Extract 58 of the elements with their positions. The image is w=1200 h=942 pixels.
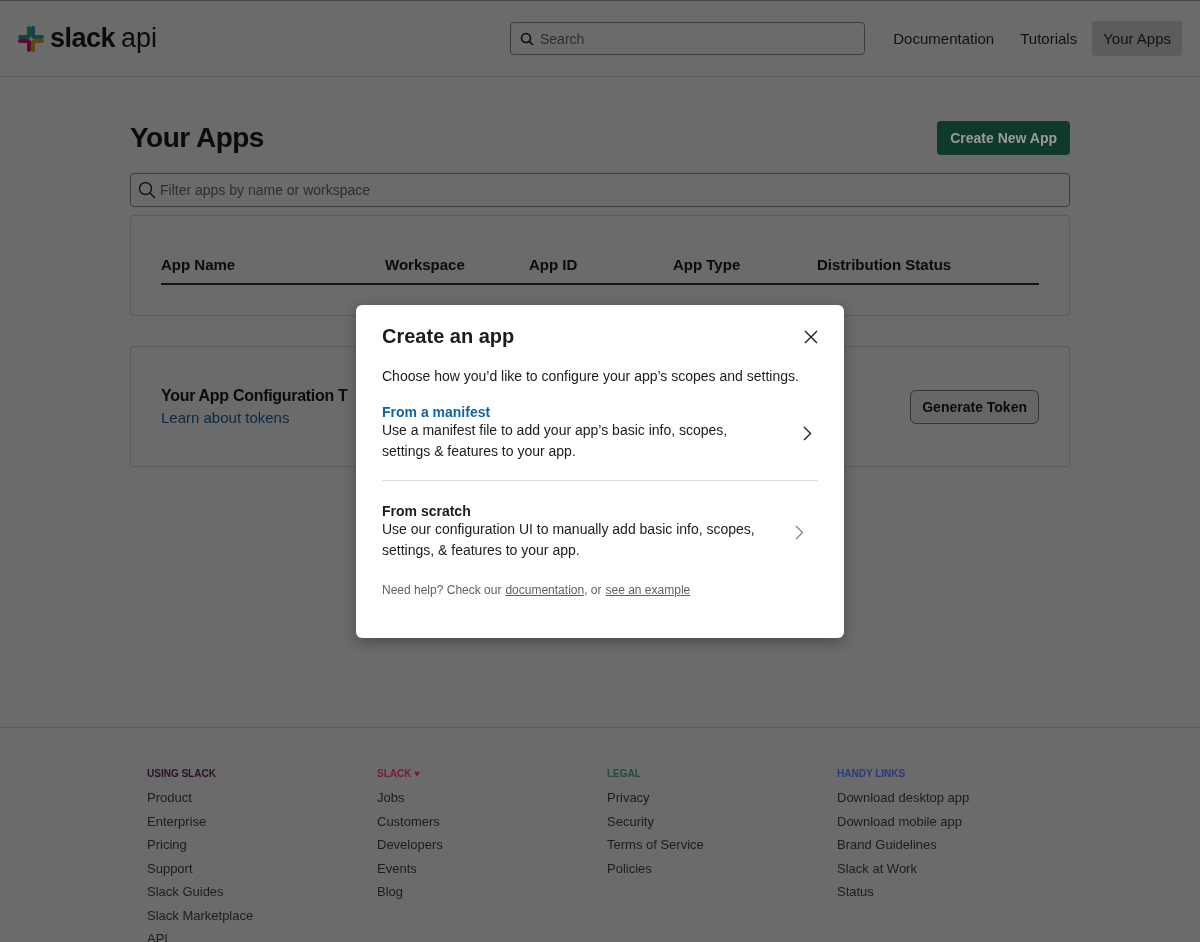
option-title: From scratch [382,503,472,519]
footer-link[interactable]: Slack Guides [147,880,224,904]
footer-heading: USING SLACK [147,768,216,779]
token-title: Your App Configuration T [161,387,348,405]
column-header: Distribution Status [817,256,953,273]
learn-tokens-link[interactable]: Learn about tokens [161,409,348,426]
footer-link[interactable]: Jobs [377,786,405,810]
create-app-button[interactable]: Create New App [937,121,1070,155]
option-title: From a manifest [382,404,492,420]
option-description: Use our configuration UI to manually add basic info, scopes, settings, & features to your app. [382,520,756,560]
nav-link[interactable]: Your Apps [1092,21,1182,56]
footer-link[interactable]: Terms of Service [607,833,704,857]
footer-link[interactable]: Support [147,856,193,880]
footer-link[interactable]: Events [377,856,417,880]
search-icon [138,181,156,199]
footer-link[interactable]: Privacy [607,786,650,810]
logo-suffix: api [121,23,158,54]
page-title: Your Apps [130,122,264,154]
option-description: Use a manifest file to add your app’s basic info, scopes, settings & features to your app. [382,421,729,461]
footer-link[interactable]: Status [837,880,874,904]
chevron-right-icon [803,425,812,441]
footer-heading: HANDY LINKS [837,768,906,779]
nav-link[interactable]: Documentation [882,21,1006,56]
chevron-right-icon [795,524,804,540]
filter-field[interactable]: Filter apps by name or workspace [130,173,1070,207]
footer-link[interactable]: Policies [607,856,652,880]
footer-link[interactable]: Slack at Work [837,856,917,880]
help-text: Need help? Check our [382,583,502,597]
footer-link[interactable]: Developers [377,833,443,857]
footer-heading: SLACK ♥ [377,768,421,779]
search-icon [520,32,534,46]
column-header: App ID [529,256,579,273]
generate-token-button[interactable]: Generate Token [910,389,1039,424]
column-header: App Type [673,256,742,273]
footer-link[interactable]: Blog [377,880,404,904]
logo-wordmark[interactable]: slack [50,23,116,54]
footer-link[interactable]: Product [147,786,192,810]
column-header: App Name [161,256,237,273]
option-row[interactable]: From a manifest Use a manifest file to add your app’s basic info, scopes, settings & features to your app. [382,404,818,480]
dialog-intro: Choose how you’d like to configure your app’s scopes and settings. [382,368,800,384]
search-field[interactable]: Search [510,22,865,55]
footer-link[interactable]: Slack Marketplace [147,903,254,927]
footer-link[interactable]: Customers [377,809,440,833]
example-link[interactable]: see an example [605,583,691,597]
logo-icon [18,25,44,52]
option-row[interactable]: From scratch Use our configuration UI to manually add basic info, scopes, settings, & features to your app. [382,480,818,583]
footer-link[interactable]: Enterprise [147,809,207,833]
footer-link[interactable]: Download mobile app [837,809,963,833]
footer-link[interactable]: Brand Guidelines [837,833,937,857]
column-header: Workspace [385,256,466,273]
footer-heading: LEGAL [607,768,641,779]
footer-link[interactable]: Download desktop app [837,786,970,810]
nav-link[interactable]: Tutorials [1009,21,1089,56]
dialog-title: Create an app [382,325,515,348]
close-icon [804,329,818,344]
help-text: , or [584,583,602,597]
footer-link[interactable]: Security [607,809,654,833]
footer-link[interactable]: Pricing [147,833,187,857]
